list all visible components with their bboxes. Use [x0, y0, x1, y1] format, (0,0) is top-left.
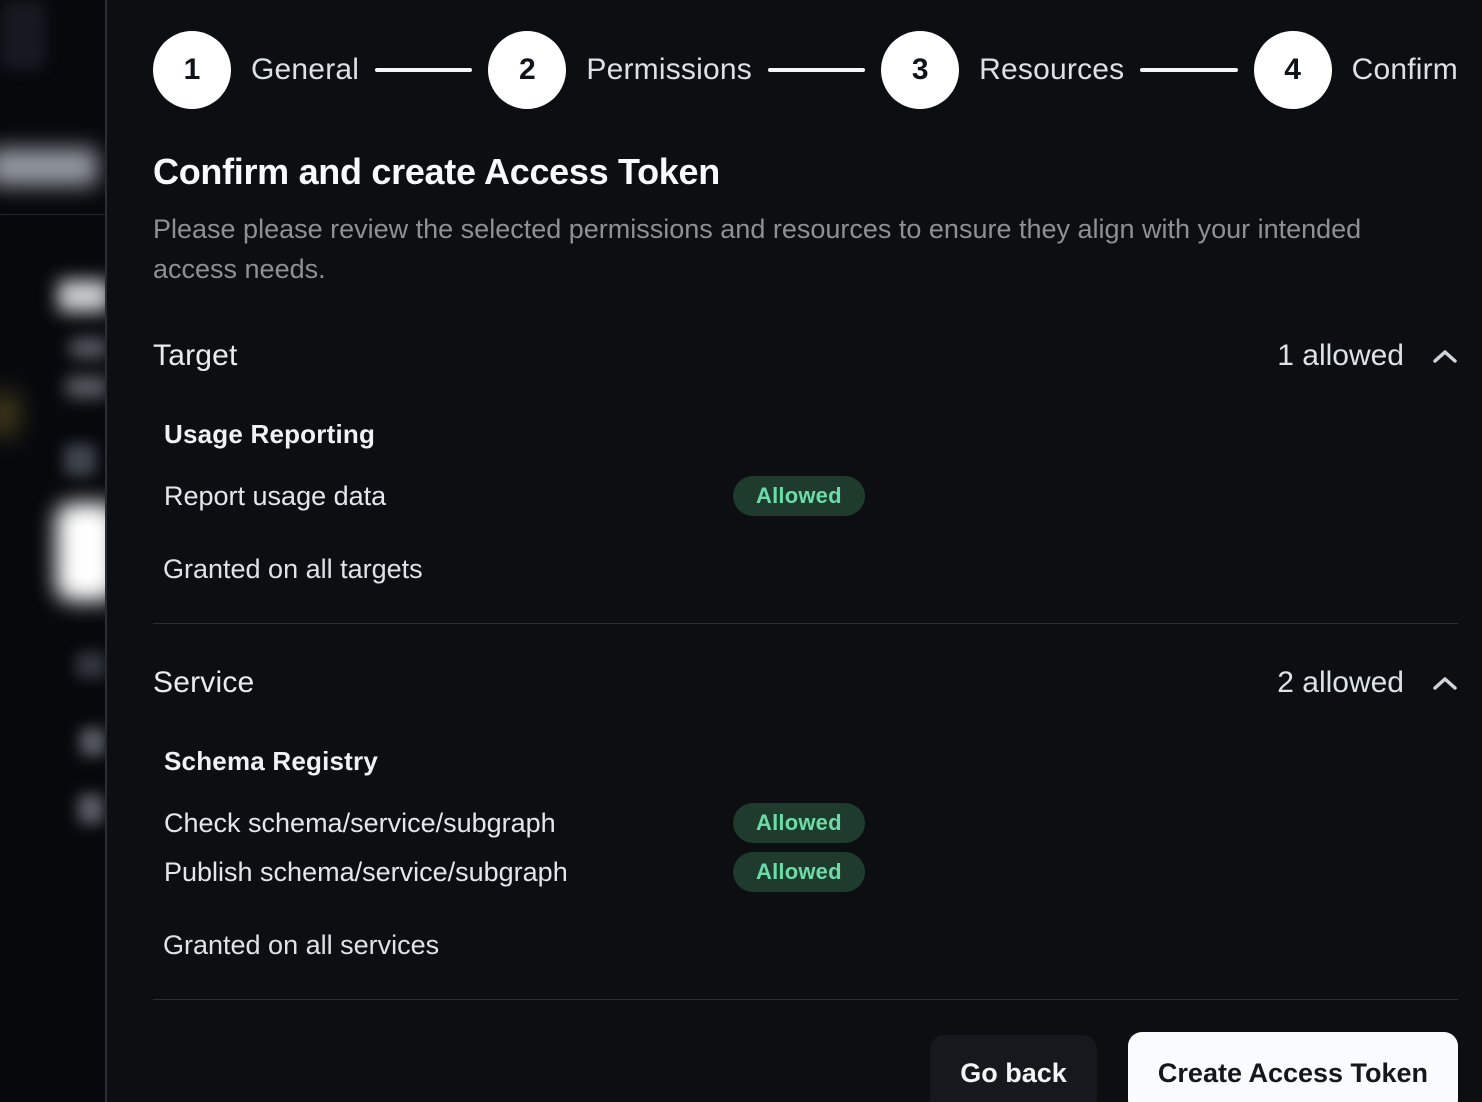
footer-divider	[153, 999, 1458, 1000]
blurred-text	[80, 728, 105, 756]
blurred-background-sidebar	[0, 0, 105, 1102]
step-label: Confirm	[1352, 53, 1458, 87]
page-title: Confirm and create Access Token	[153, 151, 1458, 193]
blurred-nav-item	[0, 148, 98, 186]
chevron-up-icon	[1432, 348, 1458, 364]
background-divider	[0, 214, 105, 215]
chevron-up-icon	[1432, 675, 1458, 691]
permission-label: Report usage data	[164, 481, 733, 512]
blurred-text	[76, 652, 105, 678]
page-description: Please please review the selected permis…	[153, 209, 1393, 289]
blurred-accent-element	[0, 392, 18, 436]
status-badge: Allowed	[733, 852, 865, 892]
target-collapse-toggle[interactable]: 1 allowed	[1277, 339, 1458, 373]
section-title: Service	[153, 666, 254, 700]
modal-footer: Go back Create Access Token	[153, 1032, 1458, 1102]
section-header-service: Service 2 allowed	[153, 666, 1458, 700]
step-number-badge: 4	[1254, 31, 1332, 109]
allowed-count: 1 allowed	[1277, 339, 1404, 373]
blurred-text	[78, 794, 104, 824]
service-collapse-toggle[interactable]: 2 allowed	[1277, 666, 1458, 700]
status-badge: Allowed	[733, 476, 865, 516]
section-divider	[153, 623, 1458, 624]
granted-note: Granted on all targets	[163, 554, 1458, 585]
permission-list: Report usage data Allowed	[164, 476, 1458, 516]
step-label: Resources	[979, 53, 1124, 87]
blurred-logo	[0, 0, 46, 70]
step-number-badge: 1	[153, 31, 231, 109]
allowed-count: 2 allowed	[1277, 666, 1404, 700]
permission-list: Check schema/service/subgraph Allowed Pu…	[164, 803, 1458, 892]
create-access-token-button[interactable]: Create Access Token	[1128, 1032, 1458, 1102]
go-back-button[interactable]: Go back	[930, 1035, 1097, 1102]
permission-group-name: Usage Reporting	[164, 419, 1458, 450]
section-header-target: Target 1 allowed	[153, 339, 1458, 373]
blurred-page-heading	[58, 280, 105, 312]
step-resources[interactable]: 3 Resources	[881, 31, 1124, 109]
wizard-stepper: 1 General 2 Permissions 3 Resources 4 Co…	[153, 31, 1458, 109]
create-access-token-modal: 1 General 2 Permissions 3 Resources 4 Co…	[107, 0, 1482, 1102]
step-label: General	[251, 53, 359, 87]
permission-group-name: Schema Registry	[164, 746, 1458, 777]
step-general[interactable]: 1 General	[153, 31, 359, 109]
step-connector	[375, 68, 472, 72]
step-label: Permissions	[586, 53, 752, 87]
step-number-badge: 2	[488, 31, 566, 109]
step-permissions[interactable]: 2 Permissions	[488, 31, 752, 109]
blurred-text	[70, 338, 105, 358]
permission-label: Publish schema/service/subgraph	[164, 857, 733, 888]
blurred-white-button	[56, 503, 105, 601]
step-confirm[interactable]: 4 Confirm	[1254, 31, 1458, 109]
granted-note: Granted on all services	[163, 930, 1458, 961]
section-title: Target	[153, 339, 238, 373]
status-badge: Allowed	[733, 803, 865, 843]
step-number-badge: 3	[881, 31, 959, 109]
step-connector	[768, 68, 865, 72]
permission-label: Check schema/service/subgraph	[164, 808, 733, 839]
blurred-text	[66, 376, 105, 398]
blurred-icon	[64, 444, 96, 476]
step-connector	[1140, 68, 1237, 72]
